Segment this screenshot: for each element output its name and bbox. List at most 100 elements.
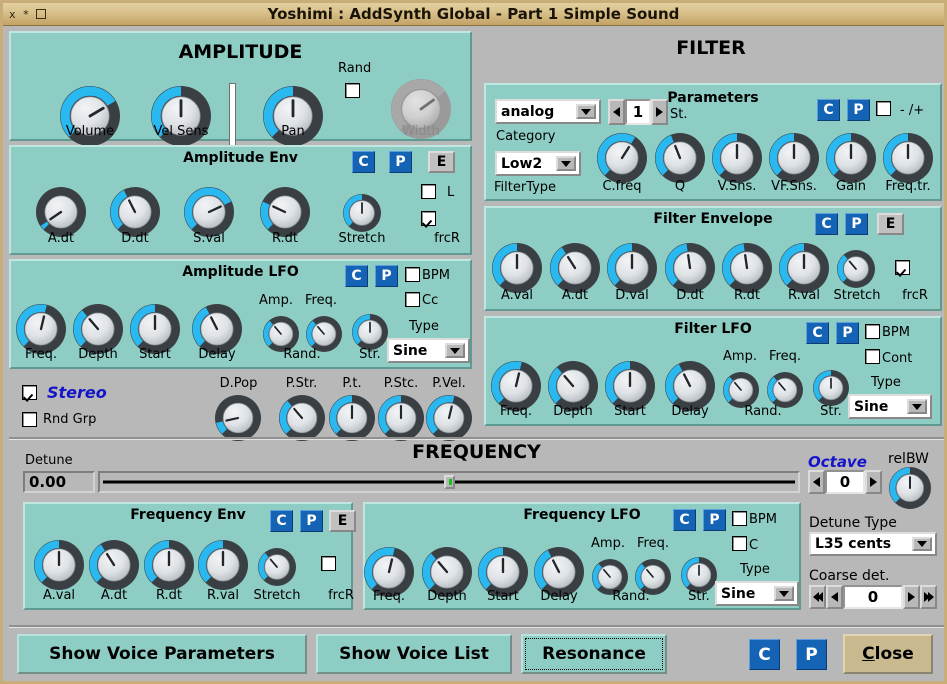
knob-relbw[interactable]: [888, 466, 932, 510]
filter-lfo-cont-checkbox[interactable]: [865, 349, 880, 364]
knob-filter-env-aval[interactable]: [491, 242, 543, 294]
amplitude-env-frcr-checkbox[interactable]: [421, 211, 436, 226]
coarse-decrement-button[interactable]: [826, 585, 843, 609]
coarse-det-value[interactable]: 0: [843, 585, 903, 609]
frequency-lfo-paste-button[interactable]: P: [703, 509, 726, 531]
rndgrp-checkbox[interactable]: [22, 412, 37, 427]
knob-amp-env-stretch[interactable]: [342, 193, 382, 233]
rndgrp-label: Rnd Grp: [43, 412, 97, 427]
filter-lfo-paste-button[interactable]: P: [836, 322, 859, 344]
filter-env-edit-button[interactable]: E: [877, 213, 904, 235]
coarse-fast-decrement-button[interactable]: [809, 585, 826, 609]
filter-env-paste-button[interactable]: P: [845, 213, 868, 235]
close-icon[interactable]: x: [9, 9, 16, 20]
frequency-lfo-c-checkbox[interactable]: [732, 536, 747, 551]
stages-decrement-button[interactable]: [608, 99, 625, 125]
filter-params-pm-checkbox[interactable]: [876, 101, 891, 116]
chevron-down-icon[interactable]: [912, 537, 932, 551]
amplitude-lfo-freq-label: Freq.: [305, 293, 337, 308]
maximize-icon[interactable]: [36, 9, 47, 19]
stages-value[interactable]: 1: [625, 99, 651, 125]
amplitude-lfo-bpm-checkbox[interactable]: [405, 267, 420, 282]
filter-lfo-bpm-checkbox[interactable]: [865, 324, 880, 339]
filter-lfo-type-select[interactable]: Sine: [848, 394, 932, 419]
knob-filter-env-stretch[interactable]: [836, 249, 876, 289]
filter-params-paste-button[interactable]: P: [847, 99, 870, 121]
knob-filter-q[interactable]: [654, 132, 706, 184]
knob-filter-gain[interactable]: [825, 132, 877, 184]
filter-category-select[interactable]: analog: [495, 99, 601, 124]
rand-checkbox[interactable]: [345, 83, 360, 98]
octave-value[interactable]: 0: [825, 470, 865, 494]
amplitude-lfo-copy-button[interactable]: C: [345, 265, 368, 287]
knob-amp-lfo-str[interactable]: [351, 313, 389, 351]
knob-freq-env-rval[interactable]: [197, 539, 249, 591]
chevron-down-icon[interactable]: [445, 343, 465, 358]
knob-filter-env-adt[interactable]: [549, 242, 601, 294]
octave-counter[interactable]: 0: [808, 470, 882, 494]
octave-increment-button[interactable]: [865, 470, 882, 494]
knob-filter-cfreq[interactable]: [596, 132, 648, 184]
frequency-env-copy-button[interactable]: C: [270, 510, 293, 532]
filter-stages-counter[interactable]: 1: [608, 99, 668, 125]
knob-freq-env-aval[interactable]: [33, 539, 85, 591]
knob-filter-lfo-str[interactable]: [812, 369, 850, 407]
knob-filter-freqtr[interactable]: [882, 132, 934, 184]
knob-filter-env-rdt[interactable]: [721, 242, 773, 294]
filter-envelope-title: Filter Envelope: [653, 211, 773, 227]
stages-increment-button[interactable]: [651, 99, 668, 125]
resonance-button[interactable]: Resonance: [521, 634, 667, 674]
frequency-lfo-type-select[interactable]: Sine: [715, 581, 799, 606]
amplitude-env-l-checkbox[interactable]: [421, 184, 436, 199]
frequency-lfo-bpm-checkbox[interactable]: [732, 511, 747, 526]
footer-paste-button[interactable]: P: [796, 639, 827, 670]
detune-type-select[interactable]: L35 cents: [809, 532, 937, 556]
amplitude-lfo-type-select[interactable]: Sine: [387, 338, 470, 363]
footer-copy-button[interactable]: C: [749, 639, 780, 670]
knob-filter-env-rval[interactable]: [778, 242, 830, 294]
amplitude-env-copy-button[interactable]: C: [352, 151, 375, 173]
pt-label: P.t.: [342, 376, 362, 391]
knob-dpop[interactable]: [214, 394, 262, 442]
coarse-increment-button[interactable]: [903, 585, 920, 609]
stereo-checkbox[interactable]: [22, 385, 37, 400]
chevron-down-icon[interactable]: [907, 399, 927, 414]
filter-env-frcr-checkbox[interactable]: [895, 260, 910, 275]
show-voice-list-button[interactable]: Show Voice List: [316, 634, 512, 674]
detune-value[interactable]: 0.00: [23, 471, 95, 493]
amplitude-env-edit-button[interactable]: E: [428, 151, 455, 173]
frequency-env-frcr-checkbox[interactable]: [321, 556, 336, 571]
octave-decrement-button[interactable]: [808, 470, 825, 494]
knob-filter-env-dval[interactable]: [606, 242, 658, 294]
filter-params-copy-button[interactable]: C: [817, 99, 840, 121]
knob-filter-vsns[interactable]: [711, 132, 763, 184]
detune-slider[interactable]: [98, 471, 800, 493]
knob-freq-env-stretch[interactable]: [257, 547, 297, 587]
knob-freq-env-rdt[interactable]: [143, 539, 195, 591]
knob-pstc[interactable]: [377, 394, 425, 442]
filter-env-copy-button[interactable]: C: [815, 213, 838, 235]
amplitude-env-paste-button[interactable]: P: [389, 151, 412, 173]
frequency-lfo-copy-button[interactable]: C: [673, 509, 696, 531]
knob-filter-env-ddt[interactable]: [664, 242, 716, 294]
show-voice-parameters-button[interactable]: Show Voice Parameters: [17, 634, 307, 674]
close-button[interactable]: Close: [843, 634, 933, 674]
minimize-icon[interactable]: *: [23, 9, 30, 20]
detune-slider-handle[interactable]: [444, 475, 455, 489]
knob-filter-vfsns[interactable]: [768, 132, 820, 184]
filter-parameters-panel: Parameters analog Category Low2 FilterTy…: [484, 83, 942, 201]
coarse-fast-increment-button[interactable]: [920, 585, 937, 609]
knob-pt[interactable]: [328, 394, 376, 442]
amplitude-lfo-cc-checkbox[interactable]: [405, 292, 420, 307]
chevron-down-icon[interactable]: [576, 104, 596, 119]
frequency-env-paste-button[interactable]: P: [300, 510, 323, 532]
filter-lfo-copy-button[interactable]: C: [806, 322, 829, 344]
frequency-env-edit-button[interactable]: E: [329, 510, 356, 532]
knob-freq-env-adt[interactable]: [88, 539, 140, 591]
amplitude-lfo-paste-button[interactable]: P: [375, 265, 398, 287]
knob-pstr[interactable]: [278, 394, 326, 442]
filter-type-select[interactable]: Low2: [495, 151, 581, 176]
chevron-down-icon[interactable]: [556, 156, 576, 171]
coarse-det-counter[interactable]: 0: [809, 585, 937, 609]
chevron-down-icon[interactable]: [774, 586, 794, 601]
